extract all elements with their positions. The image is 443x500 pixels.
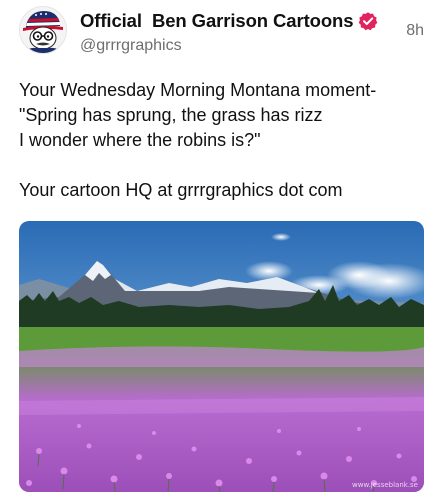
post-image[interactable]: www.jesseblank.se (19, 221, 424, 492)
display-name[interactable]: Official Ben Garrison Cartoons (80, 10, 354, 32)
avatar[interactable] (19, 6, 67, 54)
verified-badge-icon (358, 11, 378, 31)
landscape-image (19, 221, 424, 492)
post-line: Your Wednesday Morning Montana moment- (19, 80, 377, 100)
post-line: I wonder where the robins is?" (19, 130, 261, 150)
post-header: Official Ben Garrison Cartoons @grrrgrap… (80, 8, 378, 55)
display-name-row: Official Ben Garrison Cartoons (80, 8, 378, 34)
image-watermark: www.jesseblank.se (352, 481, 418, 489)
cartoon-avatar-icon (20, 7, 66, 53)
timestamp[interactable]: 8h (406, 22, 424, 40)
post-body: Your Wednesday Morning Montana moment- "… (19, 78, 429, 203)
handle[interactable]: @grrrgraphics (80, 37, 378, 55)
post: Official Ben Garrison Cartoons @grrrgrap… (0, 0, 443, 500)
post-line-blank (19, 153, 429, 178)
post-line: Your cartoon HQ at grrrgraphics dot com (19, 180, 343, 200)
post-line: "Spring has sprung, the grass has rizz (19, 105, 323, 125)
